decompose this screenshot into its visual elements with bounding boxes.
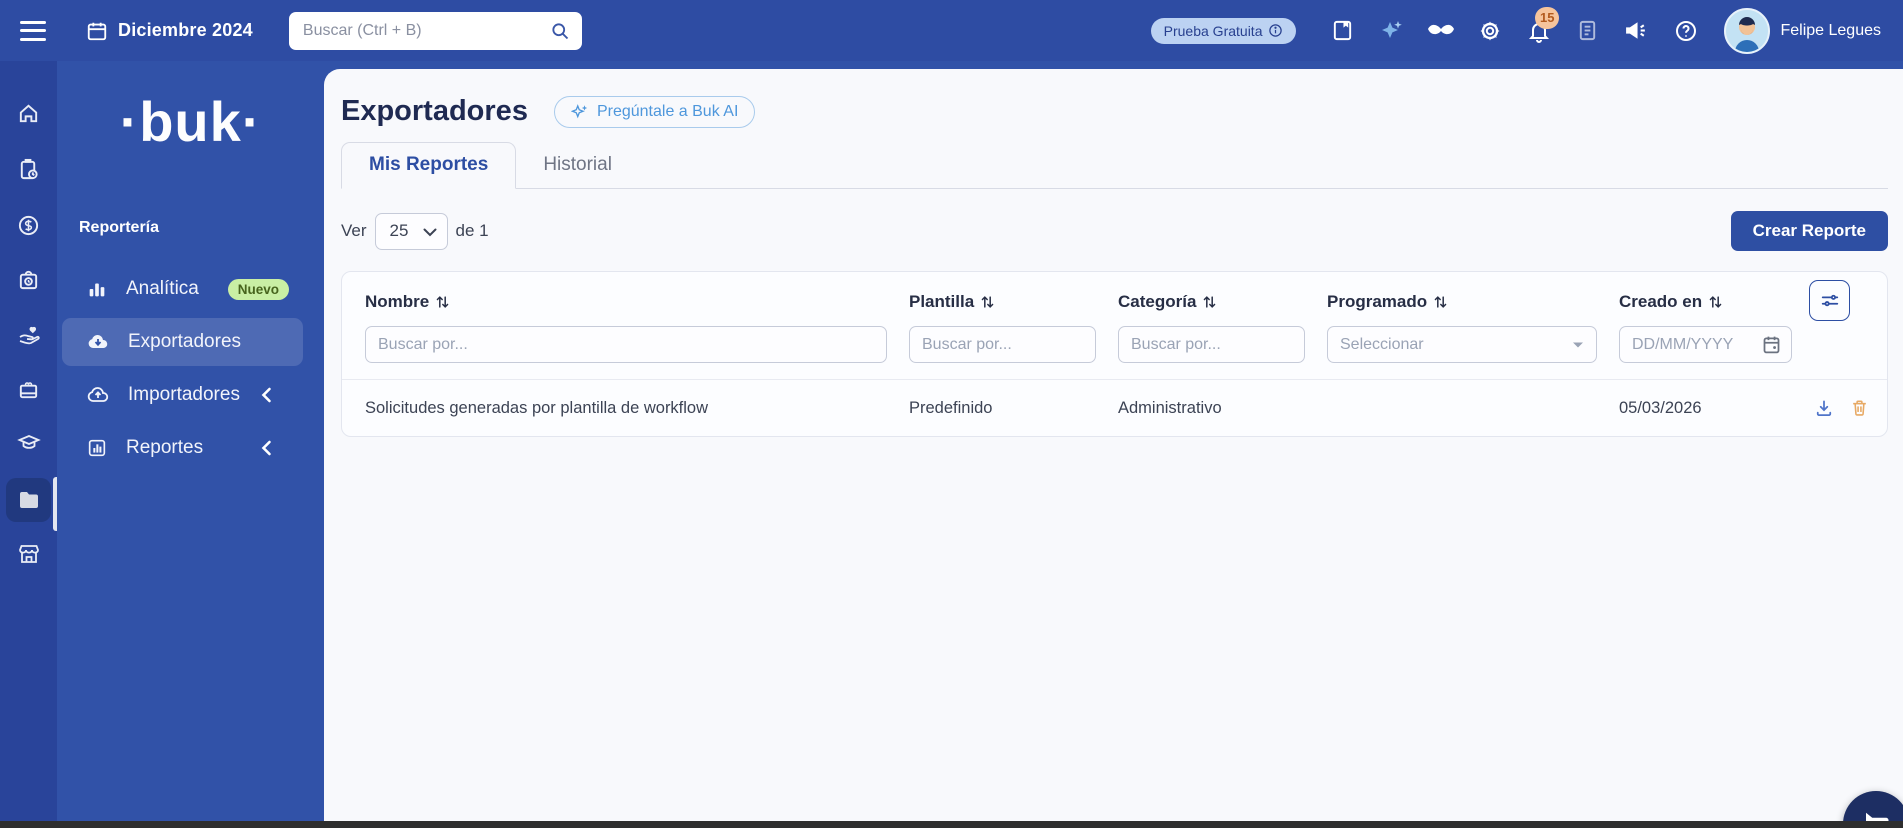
column-header-categoria[interactable]: Categoría [1118, 292, 1327, 312]
payments-dollar-icon[interactable] [6, 203, 51, 247]
ai-sparkle-icon [570, 103, 589, 121]
filter-categoria-input[interactable] [1118, 326, 1305, 363]
cell-nombre: Solicitudes generadas por plantilla de w… [365, 398, 709, 417]
tab-bar: Mis Reportes Historial [341, 142, 1888, 189]
tab-mis-reportes[interactable]: Mis Reportes [341, 142, 517, 189]
sidebar-item-label: Exportadores [128, 331, 242, 352]
pagesize-suffix: de 1 [455, 221, 489, 240]
storefront-icon[interactable] [6, 532, 51, 576]
chevron-left-icon[interactable] [260, 387, 273, 403]
chevron-left-icon[interactable] [260, 440, 273, 456]
notifications-bell-icon[interactable]: 15 [1514, 6, 1563, 51]
select-arrow-icon [1572, 341, 1584, 349]
sort-icon [981, 296, 994, 308]
calendar-icon[interactable] [1761, 334, 1782, 355]
help-icon[interactable] [1661, 11, 1710, 51]
delete-trash-icon[interactable] [1850, 398, 1869, 418]
info-icon [1268, 23, 1283, 38]
chevron-down-icon [423, 228, 437, 237]
hand-heart-icon[interactable] [6, 312, 51, 356]
column-header-creado-en[interactable]: Creado en [1619, 292, 1814, 312]
pagesize-prefix: Ver [341, 221, 367, 240]
sidebar-item-reportes[interactable]: Reportes [62, 424, 303, 472]
notification-count-badge: 15 [1535, 6, 1560, 29]
cloud-upload-icon [86, 383, 110, 407]
user-name[interactable]: Felipe Legues [1780, 22, 1881, 40]
sidebar-item-analitica[interactable]: Analítica Nuevo [62, 265, 303, 313]
sidebar-section-title: Reportería [79, 219, 160, 236]
current-period-label: Diciembre 2024 [118, 20, 253, 40]
reports-table-card: Nombre Plantilla Categoría Programado Cr… [341, 271, 1888, 437]
column-header-nombre[interactable]: Nombre [365, 292, 909, 312]
period-selector[interactable]: Diciembre 2024 [86, 20, 253, 42]
column-header-programado[interactable]: Programado [1327, 292, 1619, 312]
buk-logo: ·buk· [119, 90, 262, 153]
bag-clock-icon[interactable] [6, 257, 51, 301]
sort-icon [1434, 296, 1447, 308]
ask-buk-ai-button[interactable]: Pregúntale a Buk AI [553, 95, 756, 128]
window-bottom-edge [0, 821, 1903, 828]
column-header-plantilla[interactable]: Plantilla [909, 292, 1118, 312]
graduation-cap-icon[interactable] [6, 421, 51, 465]
clipboard-clock-icon[interactable] [6, 147, 51, 191]
sidebar-item-importadores[interactable]: Importadores [62, 371, 303, 419]
sort-icon [1204, 296, 1216, 308]
sidebar-item-label: Reportes [126, 437, 204, 458]
trial-badge[interactable]: Prueba Gratuita [1150, 17, 1297, 44]
bookmark-icon[interactable] [1318, 11, 1367, 51]
sidebar-item-exportadores[interactable]: Exportadores [62, 318, 303, 366]
cell-creado-en: 05/03/2026 [1619, 398, 1702, 417]
bar-chart-icon [86, 278, 108, 300]
user-avatar[interactable] [1724, 7, 1771, 54]
tab-historial[interactable]: Historial [516, 143, 639, 188]
filter-nombre-input[interactable] [365, 326, 887, 363]
topbar: Diciembre 2024 Prueba Gratuita 15 [0, 0, 1903, 61]
gift-box-icon[interactable] [6, 367, 51, 411]
cloud-download-icon [86, 330, 110, 354]
ai-sparkles-icon[interactable] [1367, 11, 1416, 51]
filter-plantilla-input[interactable] [909, 326, 1096, 363]
create-report-button[interactable]: Crear Reporte [1730, 211, 1888, 251]
pagesize-select[interactable]: 25 [374, 212, 448, 250]
download-icon[interactable] [1814, 398, 1834, 418]
icon-rail [0, 61, 57, 828]
sidebar: ·buk· Reportería Analítica Nuevo Exporta… [57, 61, 324, 828]
column-settings-button[interactable] [1809, 280, 1850, 321]
announcements-megaphone-icon[interactable] [1612, 11, 1661, 51]
report-box-icon [86, 437, 108, 459]
documents-folder-icon[interactable] [6, 478, 51, 522]
main-content: Exportadores Pregúntale a Buk AI Mis Rep… [324, 69, 1903, 828]
page-title: Exportadores [341, 95, 528, 127]
sort-icon [436, 296, 449, 308]
cell-plantilla: Predefinido [909, 398, 993, 417]
global-search[interactable] [288, 11, 582, 50]
sidebar-item-label: Importadores [128, 384, 240, 405]
search-icon[interactable] [550, 21, 570, 41]
buk-mustache-icon[interactable] [1416, 11, 1465, 51]
filter-programado-select[interactable]: Seleccionar [1327, 326, 1597, 363]
search-input[interactable] [288, 11, 582, 50]
table-row[interactable]: Solicitudes generadas por plantilla de w… [342, 379, 1887, 436]
hamburger-menu-icon[interactable] [20, 20, 46, 41]
home-icon[interactable] [6, 91, 51, 135]
sort-icon [1709, 296, 1722, 308]
table-filter-row: Seleccionar [342, 326, 1887, 379]
gear-icon[interactable] [1465, 11, 1514, 51]
tasks-list-icon[interactable] [1563, 11, 1612, 51]
sidebar-item-label: Analítica [126, 278, 199, 299]
nuevo-badge: Nuevo [227, 278, 289, 300]
table-header-row: Nombre Plantilla Categoría Programado Cr… [342, 272, 1887, 312]
cell-categoria: Administrativo [1118, 398, 1222, 417]
calendar-icon [86, 20, 108, 42]
